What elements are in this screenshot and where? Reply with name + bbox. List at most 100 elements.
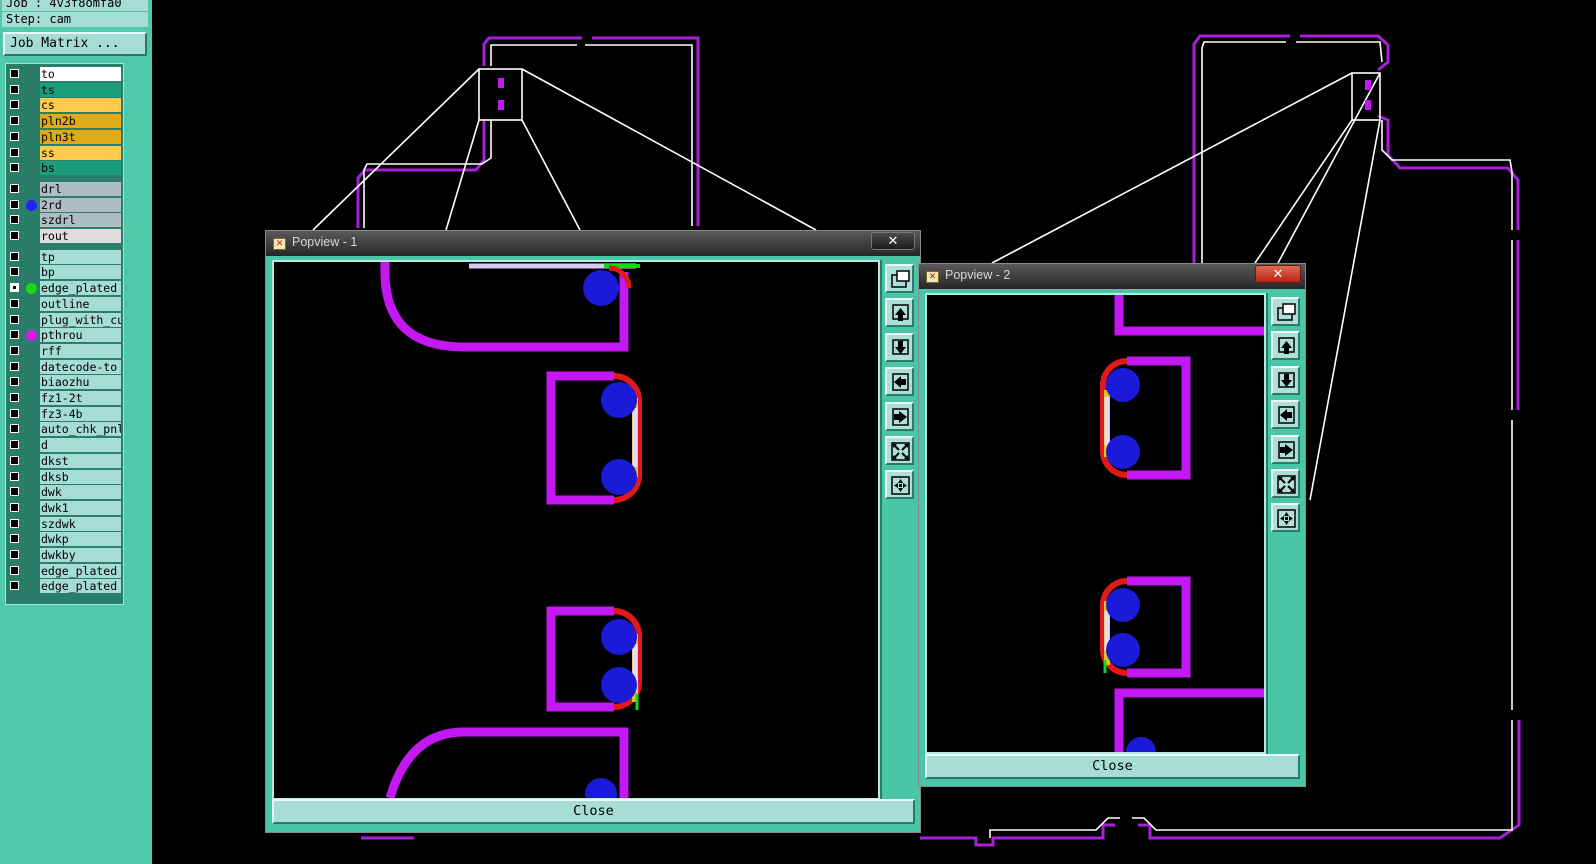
- layer-checkbox[interactable]: [10, 440, 19, 450]
- layer-checkbox[interactable]: [10, 487, 19, 497]
- layer-row[interactable]: pthrou: [6, 327, 123, 343]
- layer-row[interactable]: outline: [6, 296, 123, 312]
- layer-checkbox[interactable]: [10, 199, 19, 209]
- layer-name[interactable]: dwkp: [40, 532, 121, 547]
- zoom-down-button[interactable]: [885, 332, 914, 362]
- layer-checkbox[interactable]: [10, 502, 19, 512]
- layer-checkbox[interactable]: [10, 534, 19, 544]
- layer-row[interactable]: tp: [6, 249, 123, 265]
- layer-row[interactable]: to: [6, 66, 123, 82]
- layer-checkbox[interactable]: [10, 361, 19, 371]
- popview-2-close-x-button[interactable]: ✕: [1255, 265, 1301, 283]
- center-button[interactable]: [1271, 503, 1300, 533]
- layer-name[interactable]: auto_chk_pnl: [40, 422, 121, 437]
- layer-row[interactable]: fz1-2t: [6, 390, 123, 406]
- layer-name[interactable]: 2rd: [40, 197, 121, 212]
- popview-1-viewport[interactable]: [272, 260, 880, 800]
- layers-button[interactable]: [885, 264, 914, 293]
- layer-name[interactable]: tp: [40, 249, 121, 264]
- popview-2-close-button[interactable]: Close: [925, 754, 1300, 779]
- zoom-up-button[interactable]: [885, 298, 914, 328]
- layer-row[interactable]: edge_plated: [6, 280, 123, 296]
- layer-checkbox[interactable]: [10, 518, 19, 528]
- layer-checkbox[interactable]: [10, 581, 19, 591]
- layer-name[interactable]: bs: [40, 161, 121, 176]
- layer-row[interactable]: pln3t: [6, 129, 123, 145]
- layer-name[interactable]: dwk1: [40, 500, 121, 515]
- layer-checkbox[interactable]: [10, 116, 19, 126]
- layer-name[interactable]: rff: [40, 343, 121, 358]
- layer-name[interactable]: outline: [40, 296, 121, 311]
- layer-checkbox[interactable]: [10, 163, 19, 173]
- layer-name[interactable]: szdwk: [40, 516, 121, 531]
- layer-checkbox[interactable]: [10, 377, 19, 387]
- layer-checkbox[interactable]: [10, 267, 19, 277]
- layer-name[interactable]: ts: [40, 82, 121, 97]
- zoom-up-button[interactable]: [1271, 331, 1300, 361]
- layer-checkbox[interactable]: [10, 424, 19, 434]
- layer-name[interactable]: edge_plated: [40, 281, 121, 296]
- pan-right-button[interactable]: [1271, 434, 1300, 464]
- layer-name[interactable]: pln3t: [40, 129, 121, 144]
- layer-checkbox[interactable]: [10, 183, 19, 193]
- job-matrix-button[interactable]: Job Matrix ...: [3, 32, 147, 56]
- layer-checkbox[interactable]: [10, 131, 19, 141]
- layer-checkbox[interactable]: [10, 283, 19, 293]
- layer-checkbox[interactable]: [10, 215, 19, 225]
- layer-row[interactable]: edge_plated: [6, 563, 123, 579]
- layer-checkbox[interactable]: [10, 550, 19, 559]
- layer-row[interactable]: cs: [6, 97, 123, 113]
- layer-row[interactable]: szdrl: [6, 212, 123, 228]
- layer-name[interactable]: drl: [40, 181, 121, 196]
- layer-row[interactable]: d: [6, 437, 123, 453]
- fit-button[interactable]: [1271, 469, 1300, 498]
- layer-row[interactable]: dkst: [6, 453, 123, 469]
- layer-row[interactable]: rff: [6, 343, 123, 359]
- layer-checkbox[interactable]: [10, 251, 19, 261]
- layer-row[interactable]: fz3-4b: [6, 406, 123, 422]
- layer-row[interactable]: ss: [6, 145, 123, 161]
- layer-checkbox[interactable]: [10, 298, 19, 308]
- layer-checkbox[interactable]: [10, 455, 19, 465]
- layer-checkbox[interactable]: [10, 231, 19, 240]
- layer-row[interactable]: pln2b: [6, 113, 123, 129]
- popview-1-close-x-button[interactable]: ✕: [871, 232, 915, 250]
- layer-row[interactable]: bs: [6, 160, 123, 176]
- layer-row[interactable]: dwk: [6, 484, 123, 500]
- layer-name[interactable]: bp: [40, 265, 121, 280]
- fit-button[interactable]: [885, 436, 914, 465]
- center-button[interactable]: [885, 470, 914, 500]
- layer-row[interactable]: dwkby: [6, 547, 123, 563]
- layer-name[interactable]: dksb: [40, 469, 121, 484]
- layer-name[interactable]: rout: [40, 229, 121, 243]
- layer-name[interactable]: dwk: [40, 485, 121, 500]
- layer-name[interactable]: ss: [40, 145, 121, 160]
- layer-name[interactable]: cs: [40, 98, 121, 113]
- layer-row[interactable]: bp: [6, 264, 123, 280]
- layer-name[interactable]: to: [40, 67, 121, 81]
- layer-checkbox[interactable]: [10, 100, 19, 110]
- layer-row[interactable]: dwk1: [6, 500, 123, 516]
- layer-row[interactable]: plug_with_cu: [6, 312, 123, 328]
- layer-row[interactable]: datecode-to: [6, 359, 123, 375]
- layer-checkbox[interactable]: [10, 408, 19, 418]
- layer-checkbox[interactable]: [10, 345, 19, 355]
- layer-name[interactable]: plug_with_cu: [40, 312, 121, 327]
- layer-row[interactable]: auto_chk_pnl: [6, 421, 123, 437]
- layer-name[interactable]: edge_plated: [40, 563, 121, 578]
- layer-row[interactable]: dwkp: [6, 531, 123, 547]
- layer-name[interactable]: datecode-to: [40, 359, 121, 374]
- layer-name[interactable]: fz1-2t: [40, 391, 121, 405]
- popview-2-titlebar[interactable]: ✕ Popview - 2 ✕: [919, 264, 1305, 289]
- popview-1-titlebar[interactable]: ✕ Popview - 1 ✕: [266, 231, 920, 256]
- zoom-down-button[interactable]: [1271, 365, 1300, 395]
- layer-row[interactable]: biaozhu: [6, 374, 123, 390]
- layer-checkbox[interactable]: [10, 84, 19, 94]
- layer-row[interactable]: 2rd: [6, 197, 123, 213]
- layer-checkbox[interactable]: [10, 314, 19, 324]
- layer-name[interactable]: dwkby: [40, 548, 121, 562]
- layer-checkbox[interactable]: [10, 565, 19, 575]
- layer-checkbox[interactable]: [10, 330, 19, 340]
- layer-checkbox[interactable]: [10, 393, 19, 402]
- pan-left-button[interactable]: [1271, 400, 1300, 430]
